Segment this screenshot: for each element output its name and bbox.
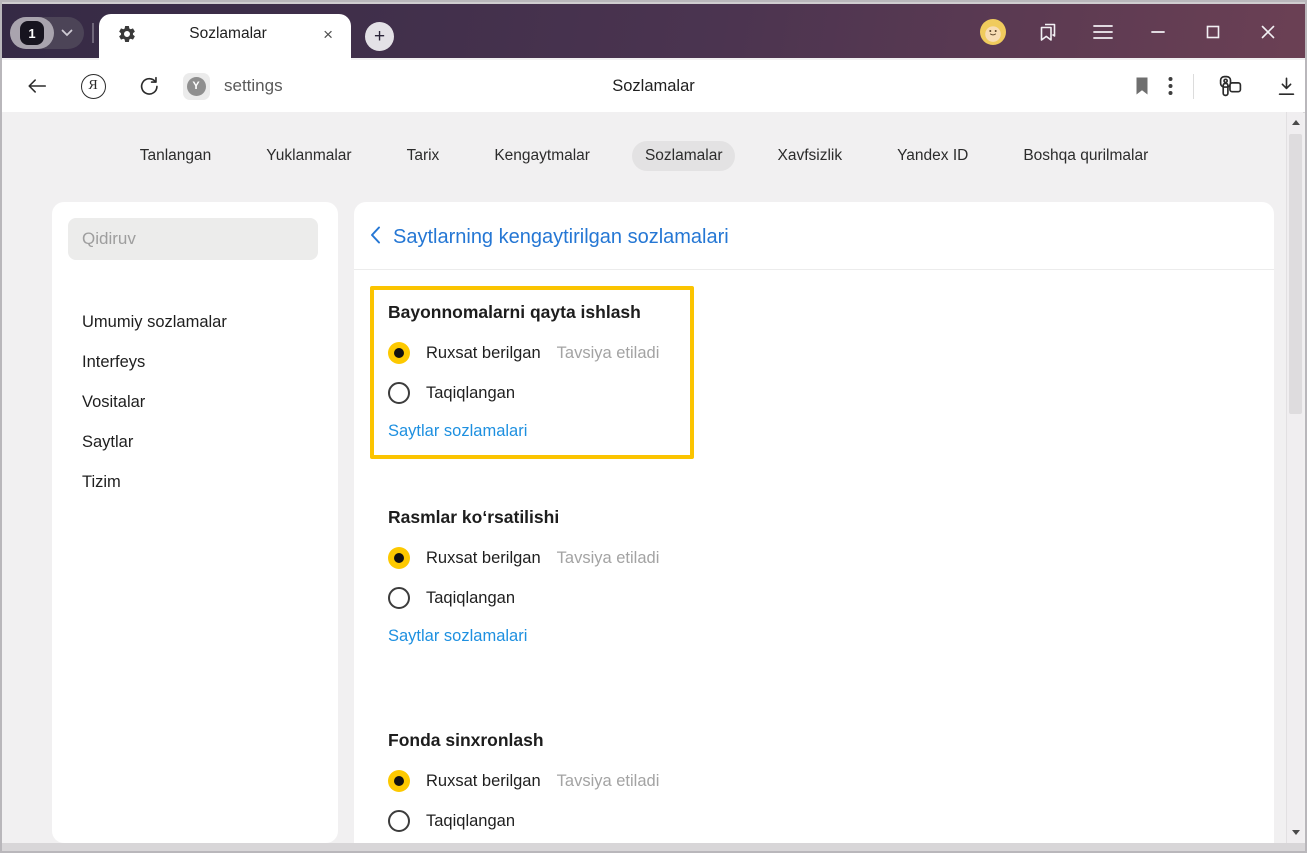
- radio-icon[interactable]: [388, 587, 410, 609]
- recommended-hint: Tavsiya etiladi: [556, 548, 660, 567]
- new-tab-button[interactable]: +: [365, 22, 394, 51]
- nav-tab-kengaytmalar[interactable]: Kengaytmalar: [481, 141, 603, 171]
- toolbar: Я Y settings Sozlamalar: [2, 60, 1305, 112]
- back-button[interactable]: [22, 60, 52, 112]
- settings-page: Tanlangan Yuklanmalar Tarix Kengaytmalar…: [2, 112, 1286, 851]
- window-bottom-frame: [2, 843, 1305, 851]
- tab-title: Sozlamalar: [189, 25, 267, 42]
- nav-tab-yuklanmalar[interactable]: Yuklanmalar: [253, 141, 364, 171]
- settings-sidebar: Umumiy sozlamalar Interfeys Vositalar Sa…: [52, 202, 338, 843]
- vertical-scrollbar[interactable]: [1286, 112, 1303, 843]
- section-title: Bayonnomalarni qayta ishlash: [388, 302, 641, 322]
- sidebar-item-tizim[interactable]: Tizim: [52, 462, 338, 502]
- scroll-down-arrow[interactable]: [1287, 824, 1304, 841]
- profile-avatar[interactable]: [965, 4, 1020, 60]
- section-title: Rasmlar koʻrsatilishi: [388, 507, 560, 527]
- settings-main-panel: Saytlarning kengaytirilgan sozlamalari B…: [354, 202, 1274, 851]
- menu-icon[interactable]: [1075, 4, 1130, 60]
- address-bar-text[interactable]: settings: [224, 60, 283, 112]
- passwords-keys-icon[interactable]: [1212, 60, 1248, 112]
- radio-option-ruxsat-berilgan[interactable]: Ruxsat berilgan Tavsiya etiladi: [388, 538, 676, 578]
- sidebar-item-interfeys[interactable]: Interfeys: [52, 342, 338, 382]
- nav-tab-sozlamalar[interactable]: Sozlamalar: [631, 141, 736, 171]
- titlebar-controls: [965, 4, 1295, 60]
- radio-option-taqiqlangan[interactable]: Taqiqlangan: [388, 373, 676, 413]
- back-icon: [370, 226, 381, 249]
- close-window-button[interactable]: [1240, 4, 1295, 60]
- downloads-icon[interactable]: [1271, 60, 1301, 112]
- protect-y-icon: Y: [186, 76, 206, 96]
- maximize-button[interactable]: [1185, 4, 1240, 60]
- bookmark-flag-icon[interactable]: [1129, 60, 1155, 112]
- nav-tab-tarix[interactable]: Tarix: [394, 141, 453, 171]
- chevron-down-icon[interactable]: [61, 29, 73, 37]
- radio-option-taqiqlangan[interactable]: Taqiqlangan: [388, 578, 676, 618]
- avatar: [979, 19, 1006, 45]
- saytlar-sozlamalari-link[interactable]: Saytlar sozlamalari: [388, 627, 527, 646]
- yandex-home-icon[interactable]: Я: [78, 60, 108, 112]
- bookmarks-panel-icon[interactable]: [1020, 4, 1075, 60]
- recommended-hint: Tavsiya etiladi: [556, 343, 660, 362]
- sidebar-item-vositalar[interactable]: Vositalar: [52, 382, 338, 422]
- active-tab[interactable]: Sozlamalar ×: [99, 14, 351, 60]
- section-fonda-sinxronlash: Fonda sinxronlash Ruxsat berilgan Tavsiy…: [370, 718, 694, 851]
- radio-option-taqiqlangan[interactable]: Taqiqlangan: [388, 801, 676, 841]
- settings-nav: Tanlangan Yuklanmalar Tarix Kengaytmalar…: [2, 141, 1286, 171]
- section-rasmlar-korsatilishi: Rasmlar koʻrsatilishi Ruxsat berilgan Ta…: [370, 495, 694, 660]
- nav-tab-tanlangan[interactable]: Tanlangan: [127, 141, 225, 171]
- section-title: Fonda sinxronlash: [388, 730, 544, 750]
- minimize-button[interactable]: [1130, 4, 1185, 60]
- tab-close-icon[interactable]: ×: [319, 24, 337, 45]
- tab-count-badge: 1: [20, 21, 44, 45]
- titlebar: 1 Sozlamalar × +: [2, 2, 1305, 60]
- radio-icon[interactable]: [388, 342, 410, 364]
- radio-option-ruxsat-berilgan[interactable]: Ruxsat berilgan Tavsiya etiladi: [388, 333, 676, 373]
- section-bayonnomalarni-qayta-ishlash: Bayonnomalarni qayta ishlash Ruxsat beri…: [370, 286, 694, 459]
- radio-option-ruxsat-berilgan[interactable]: Ruxsat berilgan Tavsiya etiladi: [388, 761, 676, 801]
- scrollbar-thumb[interactable]: [1289, 134, 1302, 414]
- tab-counter-frame: 1: [10, 17, 54, 49]
- search-input[interactable]: [68, 218, 318, 260]
- reload-icon[interactable]: [133, 60, 163, 112]
- radio-icon[interactable]: [388, 547, 410, 569]
- titlebar-separator: [92, 23, 94, 43]
- kebab-menu-icon[interactable]: [1158, 60, 1182, 112]
- radio-icon[interactable]: [388, 810, 410, 832]
- nav-tab-yandex-id[interactable]: Yandex ID: [884, 141, 981, 171]
- settings-gear-icon: [117, 24, 137, 44]
- nav-tab-boshqa-qurilmalar[interactable]: Boshqa qurilmalar: [1010, 141, 1161, 171]
- sidebar-menu: Umumiy sozlamalar Interfeys Vositalar Sa…: [52, 302, 338, 502]
- sidebar-item-umumiy-sozlamalar[interactable]: Umumiy sozlamalar: [52, 302, 338, 342]
- radio-icon[interactable]: [388, 382, 410, 404]
- scroll-up-arrow[interactable]: [1287, 114, 1304, 131]
- tab-counter-button[interactable]: 1: [10, 17, 84, 49]
- nav-tab-xavfsizlik[interactable]: Xavfsizlik: [764, 141, 855, 171]
- saytlar-sozlamalari-link[interactable]: Saytlar sozlamalari: [388, 422, 527, 441]
- toolbar-separator: [1193, 74, 1194, 99]
- sidebar-item-saytlar[interactable]: Saytlar: [52, 422, 338, 462]
- recommended-hint: Tavsiya etiladi: [556, 771, 660, 790]
- back-heading[interactable]: Saytlarning kengaytirilgan sozlamalari: [354, 202, 1274, 269]
- protect-badge[interactable]: Y: [181, 60, 211, 112]
- page-title: Saytlarning kengaytirilgan sozlamalari: [393, 226, 729, 248]
- radio-icon[interactable]: [388, 770, 410, 792]
- browser-window: 1 Sozlamalar × + Я Y settings Sozlamalar…: [0, 0, 1307, 853]
